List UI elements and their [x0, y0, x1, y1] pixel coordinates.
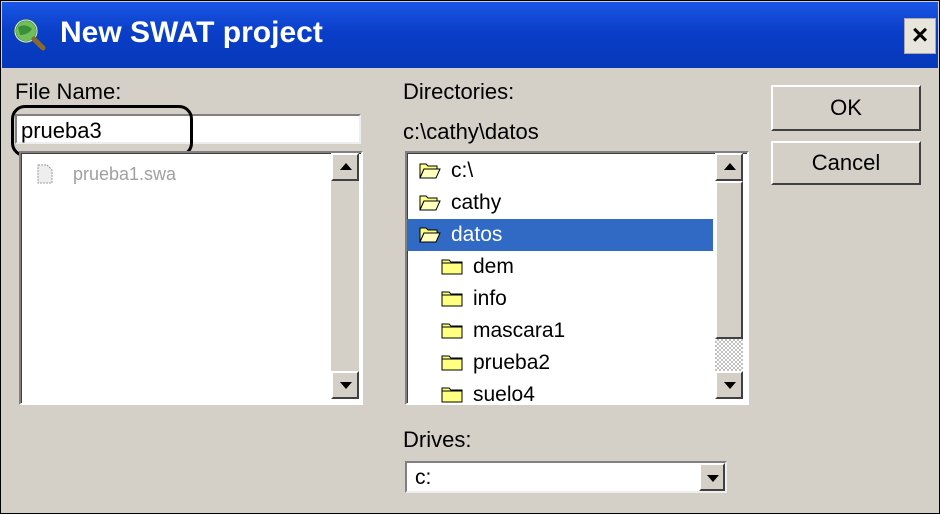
window-title: New SWAT project — [60, 16, 323, 49]
highlight-circle — [11, 105, 193, 157]
drives-selected-value: c: — [415, 466, 432, 489]
scroll-up-button[interactable] — [715, 153, 743, 181]
directory-item-suelo4[interactable]: suelo4 — [407, 379, 713, 405]
directory-name: info — [473, 287, 507, 310]
directory-item-dem[interactable]: dem — [407, 251, 713, 283]
new-swat-project-dialog: New SWAT project × File Name: prueba3 pr… — [0, 0, 940, 514]
arrow-up-icon — [340, 163, 352, 170]
arrow-down-icon — [340, 382, 352, 389]
directory-item-datos[interactable]: datos — [407, 219, 713, 251]
file-name: prueba1.swa — [73, 164, 177, 184]
open-folder-icon — [419, 227, 441, 243]
folder-icon — [441, 291, 463, 307]
directory-item-mascara1[interactable]: mascara1 — [407, 315, 713, 347]
directory-name: dem — [473, 255, 514, 278]
scroll-down-button[interactable] — [331, 371, 359, 399]
folder-icon — [441, 355, 463, 371]
drives-label: Drives: — [403, 427, 472, 452]
scroll-track[interactable] — [715, 339, 743, 371]
cancel-button[interactable]: Cancel — [771, 141, 921, 185]
current-path: c:\cathy\datos — [403, 119, 539, 144]
folder-icon — [441, 259, 463, 275]
directory-item-cathy[interactable]: cathy — [407, 187, 713, 219]
directory-name: suelo4 — [473, 383, 535, 405]
directory-item-c[interactable]: c:\ — [407, 155, 713, 187]
document-icon — [37, 164, 53, 184]
scroll-up-button[interactable] — [331, 153, 359, 181]
scroll-thumb[interactable] — [715, 181, 743, 339]
directories-label: Directories: — [403, 79, 515, 104]
directory-name: cathy — [451, 191, 502, 214]
directory-name: datos — [451, 223, 503, 246]
folder-icon — [441, 323, 463, 339]
file-list-scrollbar[interactable] — [331, 153, 359, 399]
directory-list[interactable]: c:\ cathy datos dem info mascara1 prueba… — [405, 151, 749, 405]
globe-magnifier-icon — [14, 19, 46, 51]
title-bar[interactable]: New SWAT project × — [2, 2, 938, 68]
directory-name: c:\ — [451, 159, 474, 182]
directory-item-info[interactable]: info — [407, 283, 713, 315]
chevron-down-icon — [707, 475, 719, 482]
directory-list-scrollbar[interactable] — [715, 153, 743, 399]
file-list[interactable]: prueba1.swa — [19, 151, 363, 405]
arrow-down-icon — [724, 382, 736, 389]
open-folder-icon — [419, 163, 441, 179]
folder-icon — [441, 387, 463, 403]
file-name-label: File Name: — [15, 79, 122, 104]
directory-name: mascara1 — [473, 319, 566, 342]
drives-select[interactable]: c: — [405, 461, 727, 493]
directory-item-prueba2[interactable]: prueba2 — [407, 347, 713, 379]
ok-button[interactable]: OK — [771, 85, 921, 131]
arrow-up-icon — [724, 163, 736, 170]
drives-dropdown-button[interactable] — [699, 463, 725, 491]
scroll-down-button[interactable] — [715, 371, 743, 399]
open-folder-icon — [419, 195, 441, 211]
directory-name: prueba2 — [473, 351, 551, 374]
close-button[interactable]: × — [904, 18, 936, 54]
